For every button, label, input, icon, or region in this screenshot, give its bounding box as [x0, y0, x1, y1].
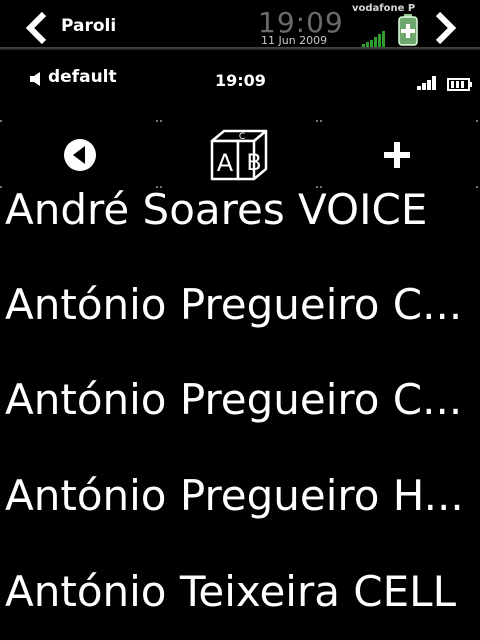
battery-icon — [447, 78, 472, 91]
plus-icon — [384, 142, 410, 168]
list-item[interactable]: António Pregueiro H... — [5, 472, 475, 520]
operator-name: vodafone P — [352, 3, 416, 14]
toolbar: A B C — [0, 120, 480, 188]
list-item[interactable]: António Pregueiro C... — [5, 376, 475, 424]
list-item[interactable]: António Teixeira CELL — [5, 568, 475, 616]
app-title: Paroli — [61, 16, 117, 36]
list-item[interactable]: André Soares VOICE — [5, 188, 475, 234]
add-button[interactable] — [320, 120, 478, 188]
list-item[interactable]: António Pregueiro C... — [5, 281, 475, 329]
chevron-left-icon[interactable] — [24, 11, 50, 45]
back-button[interactable] — [0, 120, 158, 188]
contact-list[interactable]: André Soares VOICE António Pregueiro C..… — [0, 188, 480, 640]
signal-icon — [362, 31, 385, 48]
date: 11 Jun 2009 — [261, 34, 328, 47]
cube-letter-b: B — [246, 151, 261, 176]
profile-name[interactable]: default — [48, 67, 117, 87]
signal-icon — [417, 76, 436, 90]
speaker-icon — [30, 72, 40, 86]
back-icon — [64, 139, 96, 171]
chevron-right-icon[interactable] — [432, 11, 458, 45]
status-bar: default 19:09 — [0, 55, 480, 105]
abc-button[interactable]: A B C — [160, 120, 318, 188]
cube-letter-a: A — [217, 149, 234, 177]
status-clock: 19:09 — [215, 71, 266, 90]
battery-icon — [398, 14, 418, 46]
abc-cube-icon: A B C — [210, 129, 268, 181]
cube-letter-c: C — [239, 132, 245, 142]
title-bar: Paroli 19:09 11 Jun 2009 vodafone P — [0, 0, 480, 50]
